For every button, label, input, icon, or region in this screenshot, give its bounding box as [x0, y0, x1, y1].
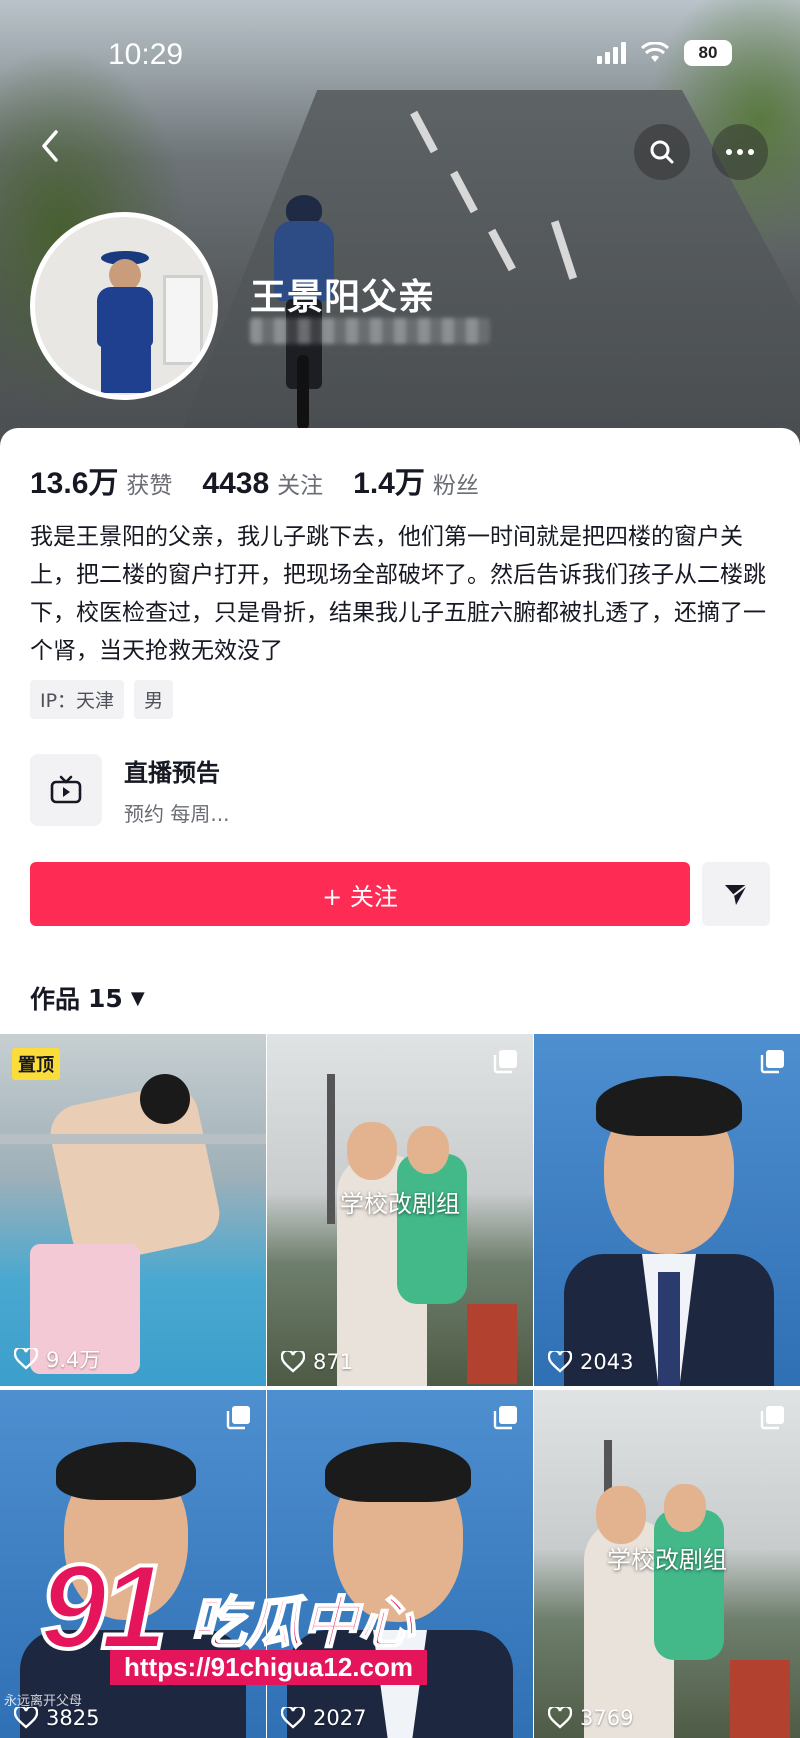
like-count: 871: [281, 1350, 353, 1374]
live-preview-subtitle: 预约 每周...: [124, 802, 230, 826]
video-thumbnail[interactable]: 学校改剧组 3769: [534, 1390, 800, 1738]
live-preview-title: 直播预告: [124, 759, 220, 787]
more-icon: [726, 149, 754, 155]
avatar[interactable]: [30, 212, 218, 400]
road-background: [150, 90, 800, 470]
multi-image-icon: [760, 1406, 784, 1430]
blurred-account-id: [250, 318, 490, 344]
multi-image-icon: [760, 1050, 784, 1074]
heart-icon: [281, 1351, 305, 1373]
profile-bio: 我是王景阳的父亲，我儿子跳下去，他们第一时间就是把四楼的窗户关上，把二楼的窗户打…: [30, 524, 766, 664]
stat-followers[interactable]: 1.4万 粉丝: [353, 458, 479, 502]
video-overlay-text: 学校改剧组: [340, 1190, 460, 1218]
video-thumbnail[interactable]: 2043: [534, 1034, 800, 1386]
back-button[interactable]: [38, 128, 78, 168]
search-icon: [650, 140, 674, 164]
heart-icon: [281, 1707, 305, 1729]
video-thumbnail[interactable]: 置顶 9.4万: [0, 1034, 266, 1386]
search-button[interactable]: [634, 124, 690, 180]
tv-icon: [30, 754, 102, 826]
watermark-brand: 吃瓜中心: [189, 1590, 415, 1657]
heart-icon: [14, 1348, 38, 1370]
follow-button[interactable]: + 关注: [30, 862, 690, 926]
like-count: 3825: [14, 1706, 99, 1730]
wifi-icon: [640, 42, 670, 62]
like-count: 9.4万: [14, 1344, 100, 1374]
live-preview-card[interactable]: 直播预告 预约 每周...: [30, 753, 229, 827]
send-icon: [725, 884, 748, 905]
chevron-left-icon: [42, 130, 58, 162]
watermark-caption: 永远离开父母: [4, 1694, 83, 1709]
video-overlay-text: 学校改剧组: [607, 1546, 727, 1574]
like-count: 2043: [548, 1350, 633, 1374]
profile-tags: IP：天津 男: [30, 680, 174, 719]
profile-stats: 13.6万 获赞 4438 关注 1.4万 粉丝: [30, 458, 479, 502]
status-time: 10:29: [108, 38, 184, 71]
profile-name: 王景阳父亲: [250, 277, 436, 318]
stat-following[interactable]: 4438 关注: [202, 466, 323, 501]
watermark-url: https://91chigua12.com: [110, 1650, 427, 1685]
signal-icon: [597, 42, 626, 64]
gender-tag: 男: [134, 680, 174, 719]
like-count: 3769: [548, 1706, 633, 1730]
like-count: 2027: [281, 1706, 366, 1730]
video-thumbnail[interactable]: 学校改剧组 871: [267, 1034, 533, 1386]
battery-indicator: 80: [684, 40, 732, 66]
more-button[interactable]: [712, 124, 768, 180]
multi-image-icon: [493, 1406, 517, 1430]
multi-image-icon: [493, 1050, 517, 1074]
status-icons: 80: [597, 40, 732, 66]
pinned-badge: 置顶: [12, 1048, 60, 1080]
multi-image-icon: [226, 1406, 250, 1430]
works-tab[interactable]: 作品 15 ▼: [30, 980, 145, 1016]
caret-down-icon: ▼: [130, 987, 145, 1009]
site-watermark: 91 吃瓜中心 https://91chigua12.com: [38, 1538, 460, 1708]
heart-icon: [548, 1707, 572, 1729]
heart-icon: [548, 1351, 572, 1373]
ip-location-tag: IP：天津: [30, 680, 125, 719]
share-button[interactable]: [702, 862, 770, 926]
stat-likes[interactable]: 13.6万 获赞: [30, 458, 172, 502]
profile-cover: 10:29 80 王景阳父亲: [0, 0, 800, 470]
heart-icon: [14, 1707, 38, 1729]
